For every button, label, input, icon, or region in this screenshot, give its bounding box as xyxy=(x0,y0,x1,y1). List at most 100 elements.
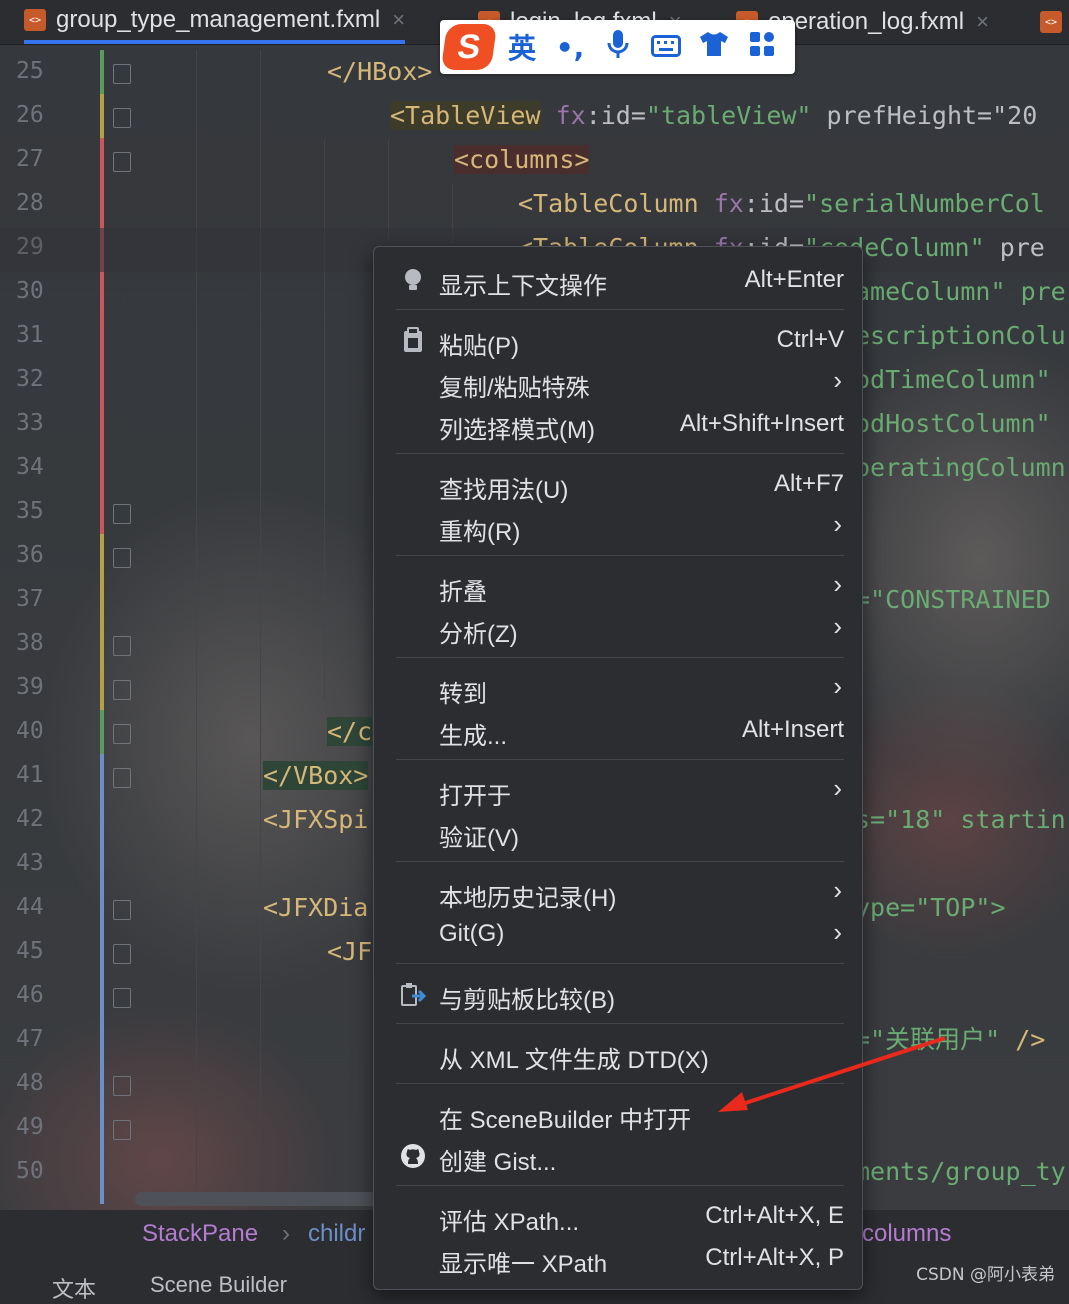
menu-item-analyze[interactable]: 分析(Z) › xyxy=(374,607,862,649)
fold-marker-icon[interactable] xyxy=(113,64,131,84)
tab-scene-builder[interactable]: Scene Builder xyxy=(150,1272,287,1298)
code-line[interactable]: </c xyxy=(327,710,373,754)
line-number: 33 xyxy=(16,410,44,436)
code-line[interactable]: ype="TOP"> xyxy=(855,886,1006,930)
fold-marker-icon[interactable] xyxy=(113,768,131,788)
indent-guide xyxy=(388,140,389,240)
line-number: 41 xyxy=(16,762,44,788)
fold-marker-icon[interactable] xyxy=(113,988,131,1008)
code-line[interactable]: </VBox> xyxy=(263,754,369,798)
menu-item-find-usages[interactable]: 查找用法(U) Alt+F7 xyxy=(374,463,862,505)
menu-separator xyxy=(396,759,844,760)
keyboard-icon[interactable] xyxy=(642,31,690,64)
line-number: 42 xyxy=(16,806,44,832)
menu-item-create-gist[interactable]: 创建 Gist... xyxy=(374,1135,862,1177)
line-number: 32 xyxy=(16,366,44,392)
breadcrumb-separator: › xyxy=(282,1220,290,1247)
line-number: 34 xyxy=(16,454,44,480)
menu-item-column-selection[interactable]: 列选择模式(M) Alt+Shift+Insert xyxy=(374,403,862,445)
tab-overflow[interactable]: <> xyxy=(1040,0,1069,44)
code-line[interactable]: <TableView fx:id="tableView" prefHeight=… xyxy=(390,94,1037,138)
chevron-right-icon: › xyxy=(833,773,842,803)
line-number: 25 xyxy=(16,58,44,84)
menu-item-compare-clipboard[interactable]: 与剪贴板比较(B) xyxy=(374,973,862,1015)
indent-guide xyxy=(196,50,197,1190)
menu-item-goto[interactable]: 转到 › xyxy=(374,667,862,709)
context-menu: 显示上下文操作 Alt+Enter 粘贴(P) Ctrl+V 复制/粘贴特殊 › 列选… xyxy=(373,246,863,1290)
line-number: 26 xyxy=(16,102,44,128)
menu-separator xyxy=(396,453,844,454)
menu-separator xyxy=(396,309,844,310)
menu-item-open-in[interactable]: 打开于 › xyxy=(374,769,862,811)
code-line[interactable]: peratingColumn xyxy=(855,446,1066,490)
tab-text[interactable]: 文本 xyxy=(52,1272,96,1304)
code-line[interactable]: <JFXSpi xyxy=(263,798,368,842)
tab-label: operation_log.fxml xyxy=(768,8,965,35)
sogou-logo-icon[interactable]: S xyxy=(440,20,498,74)
annotation-arrow-icon xyxy=(718,1036,946,1112)
fold-marker-icon[interactable] xyxy=(113,900,131,920)
github-icon xyxy=(401,1144,425,1168)
breadcrumb-item[interactable]: StackPane xyxy=(142,1220,258,1248)
code-line[interactable]: odTimeColumn" xyxy=(855,358,1051,402)
fold-marker-icon[interactable] xyxy=(113,1120,131,1140)
line-number: 49 xyxy=(16,1114,44,1140)
code-line[interactable]: ments/group_ty xyxy=(855,1150,1066,1194)
code-line[interactable]: odHostColumn" xyxy=(855,402,1051,446)
chevron-right-icon: › xyxy=(833,365,842,395)
menu-separator xyxy=(396,555,844,556)
close-icon[interactable]: × xyxy=(976,9,989,35)
ime-language-toggle[interactable]: 英 xyxy=(498,27,546,67)
fold-marker-icon[interactable] xyxy=(113,944,131,964)
vcs-added-marker xyxy=(100,50,104,94)
menu-item-evaluate-xpath[interactable]: 评估 XPath... Ctrl+Alt+X, E xyxy=(374,1195,862,1237)
breadcrumb-item[interactable]: childr xyxy=(308,1220,365,1248)
code-line[interactable]: ameColumn" pre xyxy=(855,270,1066,314)
chevron-right-icon: › xyxy=(833,509,842,539)
close-icon[interactable]: × xyxy=(392,7,405,33)
code-line[interactable]: <columns> xyxy=(454,138,590,182)
fold-marker-icon[interactable] xyxy=(113,1076,131,1096)
code-line[interactable]: <TableColumn fx:id="serialNumberCol xyxy=(518,182,1045,226)
ime-punctuation-toggle[interactable]: •, xyxy=(546,31,594,64)
code-line[interactable]: ="CONSTRAINED xyxy=(855,578,1051,622)
menu-item-git[interactable]: Git(G) › xyxy=(374,913,862,955)
fold-marker-icon[interactable] xyxy=(113,680,131,700)
menu-item-folding[interactable]: 折叠 › xyxy=(374,565,862,607)
menu-item-paste[interactable]: 粘贴(P) Ctrl+V xyxy=(374,319,862,361)
breadcrumb-item[interactable]: columns xyxy=(862,1220,951,1248)
menu-item-local-history[interactable]: 本地历史记录(H) › xyxy=(374,871,862,913)
menu-item-show-context-actions[interactable]: 显示上下文操作 Alt+Enter xyxy=(374,259,862,301)
skin-shirt-icon[interactable] xyxy=(690,31,738,64)
toolbox-grid-icon[interactable] xyxy=(738,31,786,64)
editor-gutter: 25 26 27 28 29 30 31 32 33 34 35 36 37 3… xyxy=(0,50,138,1210)
line-number: 31 xyxy=(16,322,44,348)
menu-item-validate[interactable]: 验证(V) xyxy=(374,811,862,853)
line-number: 39 xyxy=(16,674,44,700)
menu-item-refactor[interactable]: 重构(R) › xyxy=(374,505,862,547)
fold-marker-icon[interactable] xyxy=(113,152,131,172)
code-line[interactable]: <JF xyxy=(327,930,372,974)
fold-marker-icon[interactable] xyxy=(113,504,131,524)
menu-separator xyxy=(396,1185,844,1186)
microphone-icon[interactable] xyxy=(594,29,642,66)
lightbulb-icon xyxy=(405,269,421,290)
fold-marker-icon[interactable] xyxy=(113,108,131,128)
compare-icon xyxy=(401,983,426,1006)
tab-group-type-management[interactable]: <> group_type_management.fxml × xyxy=(24,0,406,44)
line-number: 47 xyxy=(16,1026,44,1052)
fold-marker-icon[interactable] xyxy=(113,548,131,568)
menu-item-generate[interactable]: 生成... Alt+Insert xyxy=(374,709,862,751)
xml-file-icon: <> xyxy=(24,9,46,31)
menu-separator xyxy=(396,963,844,964)
menu-separator xyxy=(396,861,844,862)
code-line[interactable]: s="18" startin xyxy=(855,798,1066,842)
code-line[interactable]: <JFXDia xyxy=(263,886,368,930)
code-line[interactable]: escriptionColu xyxy=(855,314,1066,358)
code-line[interactable]: </HBox> xyxy=(327,50,432,94)
horizontal-scrollbar[interactable] xyxy=(135,1192,385,1206)
fold-marker-icon[interactable] xyxy=(113,724,131,744)
menu-item-copy-paste-special[interactable]: 复制/粘贴特殊 › xyxy=(374,361,862,403)
fold-marker-icon[interactable] xyxy=(113,636,131,656)
menu-item-show-unique-xpath[interactable]: 显示唯一 XPath Ctrl+Alt+X, P xyxy=(374,1237,862,1279)
